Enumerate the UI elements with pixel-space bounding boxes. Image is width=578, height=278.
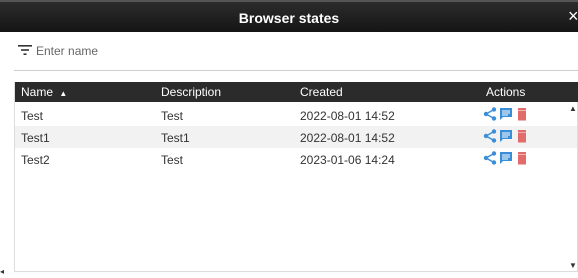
sort-asc-icon: ▲: [59, 89, 68, 98]
filter-icon: [18, 45, 32, 55]
dialog-titlebar: Browser states ×: [0, 0, 578, 32]
row-actions: [483, 129, 533, 145]
share-icon[interactable]: [483, 107, 497, 121]
filter-bar: [14, 34, 578, 71]
close-icon[interactable]: ×: [568, 7, 578, 25]
cell-name: Test: [21, 109, 44, 123]
cell-description: Test1: [161, 131, 190, 145]
column-header-name[interactable]: Name ▲: [21, 85, 67, 99]
scroll-down-icon[interactable]: ▼: [569, 261, 577, 270]
browser-states-table: Name ▲ Description Created Actions Test …: [14, 82, 578, 272]
cell-name: Test1: [21, 131, 50, 145]
dialog-title: Browser states: [238, 10, 340, 26]
row-actions: [483, 151, 533, 167]
cell-created: 2022-08-01 14:52: [300, 131, 395, 145]
comment-icon[interactable]: [499, 129, 513, 143]
cell-description: Test: [161, 109, 184, 123]
table-header: Name ▲ Description Created Actions: [15, 82, 578, 102]
comment-icon[interactable]: [499, 151, 513, 165]
cell-created: 2022-08-01 14:52: [300, 109, 395, 123]
cell-description: Test: [161, 153, 184, 167]
trash-icon[interactable]: [515, 129, 529, 143]
share-icon[interactable]: [483, 151, 497, 165]
table-row[interactable]: Test Test 2022-08-01 14:52: [15, 104, 577, 126]
table-row[interactable]: Test2 Test 2023-01-06 14:24: [15, 148, 577, 170]
comment-icon[interactable]: [499, 107, 513, 121]
collapse-icon[interactable]: ◂: [0, 267, 4, 276]
column-header-label: Name: [21, 85, 54, 99]
cell-name: Test2: [21, 153, 50, 167]
column-header-description[interactable]: Description: [161, 85, 221, 99]
trash-icon[interactable]: [515, 107, 529, 121]
cell-created: 2023-01-06 14:24: [300, 153, 395, 167]
scroll-up-icon[interactable]: ▲: [569, 104, 577, 113]
share-icon[interactable]: [483, 129, 497, 143]
name-filter-input[interactable]: [36, 42, 536, 60]
column-header-actions: Actions: [486, 85, 526, 99]
column-header-created[interactable]: Created: [300, 85, 343, 99]
table-row[interactable]: Test1 Test1 2022-08-01 14:52: [15, 126, 577, 148]
trash-icon[interactable]: [515, 151, 529, 165]
row-actions: [483, 107, 533, 123]
